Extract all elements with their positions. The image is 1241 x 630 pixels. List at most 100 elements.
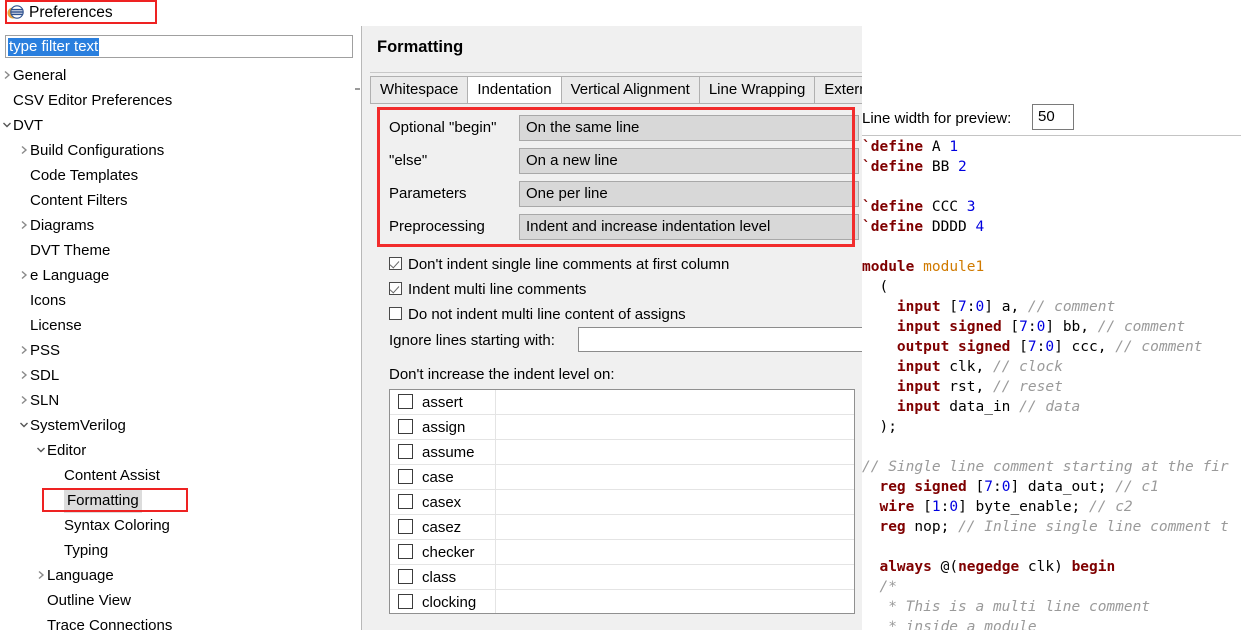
ignore-lines-input[interactable]	[578, 327, 871, 352]
sidebar-item-typing[interactable]: Typing	[0, 538, 356, 563]
sidebar-item-e-language[interactable]: e Language	[0, 263, 356, 288]
sidebar-item-outline-view[interactable]: Outline View	[0, 588, 356, 613]
code-line: (	[862, 279, 889, 295]
keyword-check-cell[interactable]: assert	[390, 390, 496, 415]
checkbox-row-0[interactable]: Don't indent single line comments at fir…	[389, 255, 729, 276]
table-row[interactable]: assume	[390, 440, 854, 465]
sidebar-item-label: SDL	[30, 367, 60, 384]
keyword-checkbox-casex[interactable]	[398, 494, 413, 509]
tab-line-wrapping[interactable]: Line Wrapping	[698, 76, 816, 103]
sidebar-item-content-assist[interactable]: Content Assist	[0, 463, 356, 488]
sidebar-item-sln[interactable]: SLN	[0, 388, 356, 413]
keyword-checkbox-assign[interactable]	[398, 419, 413, 434]
tab-vertical-alignment[interactable]: Vertical Alignment	[560, 76, 700, 103]
sidebar-item-pss[interactable]: PSS	[0, 338, 356, 363]
chevron-right-icon[interactable]	[17, 138, 31, 163]
table-row[interactable]: casez	[390, 515, 854, 540]
sidebar-scrollbar[interactable]	[355, 88, 360, 90]
table-row[interactable]: case	[390, 465, 854, 490]
sidebar-item-label: e Language	[30, 267, 110, 284]
filter-input[interactable]: type filter text	[5, 35, 353, 58]
sidebar-item-content-filters[interactable]: Content Filters	[0, 188, 356, 213]
table-row[interactable]: clocking	[390, 590, 854, 613]
keyword-checkbox-assume[interactable]	[398, 444, 413, 459]
sidebar-item-build-configurations[interactable]: Build Configurations	[0, 138, 356, 163]
tab-indentation[interactable]: Indentation	[467, 76, 562, 103]
keyword-checkbox-checker[interactable]	[398, 544, 413, 559]
sidebar-item-language[interactable]: Language	[0, 563, 356, 588]
preferences-dialog: Preferences type filter text General CSV …	[0, 0, 1241, 630]
keyword-check-cell[interactable]: class	[390, 565, 496, 590]
sidebar-item-sdl[interactable]: SDL	[0, 363, 356, 388]
code-line: module module1	[862, 259, 985, 275]
checkbox-1[interactable]	[389, 282, 402, 295]
keyword-checkbox-clocking[interactable]	[398, 594, 413, 609]
table-row[interactable]: class	[390, 565, 854, 590]
chevron-down-icon[interactable]	[0, 113, 14, 138]
preferences-tree[interactable]: General CSV Editor Preferences DVT Build Co…	[0, 63, 356, 630]
checkbox-row-2[interactable]: Do not indent multi line content of assi…	[389, 305, 686, 326]
chevron-down-icon[interactable]	[17, 413, 31, 438]
keyword-checkbox-table[interactable]: assert assign assume case casex casez checker c…	[389, 389, 855, 614]
combo-select-3[interactable]: Indent and increase indentation level	[519, 214, 859, 240]
checkbox-0[interactable]	[389, 257, 402, 270]
sidebar-item-systemverilog[interactable]: SystemVerilog	[0, 413, 356, 438]
table-row[interactable]: casex	[390, 490, 854, 515]
sidebar-item-csv-editor-preferences[interactable]: CSV Editor Preferences	[0, 88, 356, 113]
formatting-tabbar[interactable]: Whitespace Indentation Vertical Alignment L…	[370, 76, 890, 103]
sidebar-item-icons[interactable]: Icons	[0, 288, 356, 313]
keyword-checkbox-case[interactable]	[398, 469, 413, 484]
keyword-checkbox-assert[interactable]	[398, 394, 413, 409]
keyword-check-cell[interactable]: clocking	[390, 590, 496, 613]
combo-select-1[interactable]: On a new line	[519, 148, 859, 174]
page-title: Formatting	[377, 38, 464, 56]
code-line: input signed [7:0] bb, // comment	[896, 319, 1186, 335]
chevron-right-icon[interactable]	[0, 63, 14, 88]
tab-whitespace[interactable]: Whitespace	[370, 76, 469, 103]
sidebar-item-dvt-theme[interactable]: DVT Theme	[0, 238, 356, 263]
sidebar-item-editor[interactable]: Editor	[0, 438, 356, 463]
sidebar-item-label: Code Templates	[30, 167, 139, 184]
code-line: * inside a module	[862, 619, 1037, 630]
table-row[interactable]: checker	[390, 540, 854, 565]
sidebar-item-general[interactable]: General	[0, 63, 356, 88]
code-line: `define CCC 3	[862, 199, 976, 215]
sidebar-item-diagrams[interactable]: Diagrams	[0, 213, 356, 238]
sidebar-item-formatting[interactable]: Formatting	[0, 488, 356, 513]
sidebar-item-license[interactable]: License	[0, 313, 356, 338]
chevron-right-icon[interactable]	[17, 338, 31, 363]
keyword-check-cell[interactable]: case	[390, 465, 496, 490]
line-width-input[interactable]: 50	[1032, 104, 1074, 130]
sidebar-item-dvt[interactable]: DVT	[0, 113, 356, 138]
sidebar-item-trace-connections[interactable]: Trace Connections	[0, 613, 356, 630]
checkbox-row-1[interactable]: Indent multi line comments	[389, 280, 586, 301]
keyword-check-cell[interactable]: checker	[390, 540, 496, 565]
keyword-check-cell[interactable]: assume	[390, 440, 496, 465]
chevron-right-icon[interactable]	[17, 388, 31, 413]
table-row[interactable]: assert	[390, 390, 854, 415]
code-line: `define A 1	[862, 139, 959, 155]
table-row[interactable]: assign	[390, 415, 854, 440]
chevron-right-icon[interactable]	[34, 563, 48, 588]
ignore-lines-label: Ignore lines starting with:	[389, 332, 555, 349]
sidebar-item-code-templates[interactable]: Code Templates	[0, 163, 356, 188]
keyword-check-cell[interactable]: casex	[390, 490, 496, 515]
code-line: output signed [7:0] ccc, // comment	[896, 339, 1203, 355]
keyword-check-cell[interactable]: assign	[390, 415, 496, 440]
combo-select-0[interactable]: On the same line	[519, 115, 859, 141]
checkbox-2[interactable]	[389, 307, 402, 320]
sidebar-item-syntax-coloring[interactable]: Syntax Coloring	[0, 513, 356, 538]
sidebar-item-label: General	[13, 67, 67, 84]
keyword-check-cell[interactable]: casez	[390, 515, 496, 540]
chevron-down-icon[interactable]	[34, 438, 48, 463]
combo-select-2[interactable]: One per line	[519, 181, 859, 207]
keyword-checkbox-class[interactable]	[398, 569, 413, 584]
keyword-checkbox-casez[interactable]	[398, 519, 413, 534]
code-line: // Single line comment starting at the f…	[862, 459, 1229, 475]
chevron-right-icon[interactable]	[17, 363, 31, 388]
chevron-right-icon[interactable]	[17, 213, 31, 238]
keyword-label: checker	[422, 544, 475, 561]
chevron-right-icon[interactable]	[17, 263, 31, 288]
code-line: `define DDDD 4	[862, 219, 985, 235]
